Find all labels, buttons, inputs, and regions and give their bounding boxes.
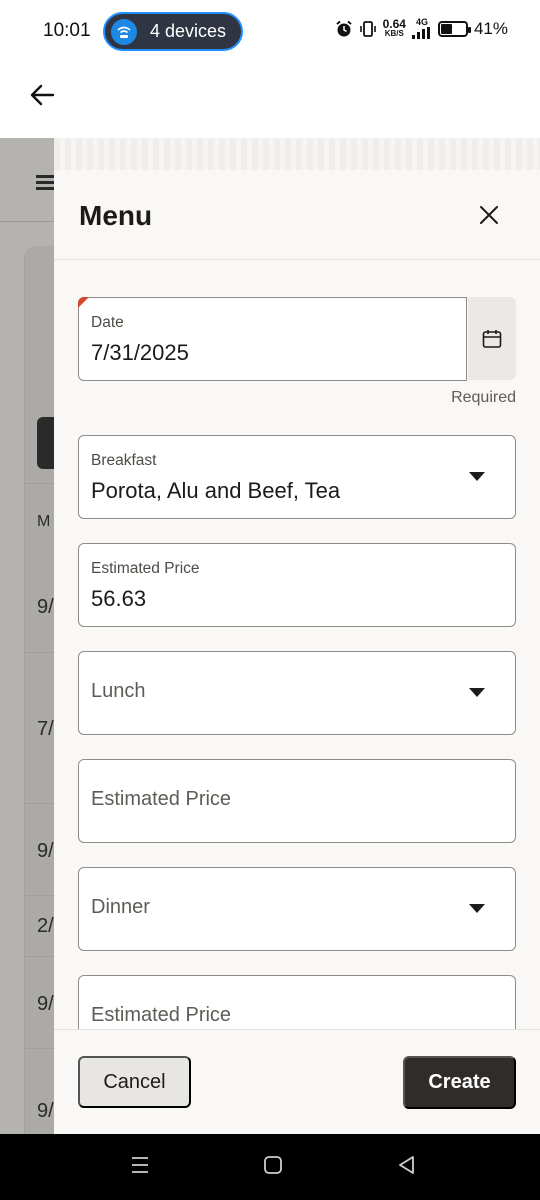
required-hint: Required <box>451 389 516 406</box>
breakfast-select[interactable]: Breakfast Porota, Alu and Beef, Tea <box>78 435 516 519</box>
background-row-value: 9/ <box>37 596 54 618</box>
back-icon[interactable] <box>395 1154 417 1176</box>
required-marker <box>78 297 89 308</box>
breakfast-price-label: Estimated Price <box>91 560 200 577</box>
status-time: 10:01 <box>43 20 91 41</box>
dropdown-arrow-icon <box>469 688 485 697</box>
battery-level: 41% <box>473 18 508 38</box>
drawer-header-texture <box>54 138 540 170</box>
create-button[interactable]: Create <box>403 1056 516 1109</box>
hamburger-icon[interactable] <box>36 173 54 191</box>
scroll-clip: Estimated Price <box>54 968 540 1029</box>
hotspot-label: 4 devices <box>150 21 227 41</box>
status-bar: 10:01 4 devices 0.64 KB/S 4G 41% <box>0 0 540 62</box>
background-column-header: M <box>37 513 51 530</box>
lunch-select[interactable]: Lunch <box>78 651 516 735</box>
calendar-icon <box>482 329 502 348</box>
lunch-price-field[interactable]: Estimated Price <box>78 759 516 843</box>
alarm-icon <box>335 20 352 36</box>
breakfast-price-field[interactable]: Estimated Price 56.63 <box>78 543 516 627</box>
background-row-value: 2/ <box>37 915 54 937</box>
dinner-select[interactable]: Dinner <box>78 867 516 951</box>
signal-group: 4G <box>411 17 432 39</box>
footer-divider <box>54 1029 540 1030</box>
dinner-price-field[interactable]: Estimated Price <box>78 975 516 1029</box>
dropdown-arrow-icon <box>469 904 485 913</box>
cancel-button[interactable]: Cancel <box>78 1056 191 1108</box>
date-label: Date <box>91 314 124 331</box>
lunch-placeholder: Lunch <box>91 680 146 702</box>
calendar-button[interactable] <box>468 297 516 380</box>
battery-icon <box>437 20 471 37</box>
date-value: 7/31/2025 <box>91 340 189 365</box>
breakfast-value: Porota, Alu and Beef, Tea <box>91 478 341 503</box>
background-divider <box>0 221 60 222</box>
date-field[interactable]: Date 7/31/2025 <box>78 297 467 381</box>
dropdown-arrow-icon <box>469 472 485 481</box>
net-speed: 0.64 KB/S <box>382 16 406 38</box>
recents-icon[interactable] <box>129 1154 151 1176</box>
drawer-title: Menu <box>79 200 153 231</box>
dinner-placeholder: Dinner <box>91 896 150 918</box>
menu-drawer: Menu Date 7/31/2025 Required Breakfast P… <box>54 138 540 1134</box>
vibrate-icon <box>359 20 376 37</box>
lunch-price-placeholder: Estimated Price <box>91 788 232 810</box>
app-header <box>0 62 540 138</box>
hotspot-icon <box>111 18 137 45</box>
system-nav-bar <box>0 1134 540 1200</box>
signal-icon <box>411 27 430 39</box>
home-icon[interactable] <box>262 1154 284 1176</box>
network-type: 4G <box>415 17 428 27</box>
back-arrow-icon[interactable] <box>27 80 57 110</box>
hotspot-indicator[interactable]: 4 devices <box>103 12 243 51</box>
close-icon[interactable] <box>474 200 504 230</box>
title-divider <box>54 259 540 260</box>
background-row-value: 9/ <box>37 1100 54 1122</box>
breakfast-price-value: 56.63 <box>91 586 147 611</box>
breakfast-label: Breakfast <box>91 452 157 469</box>
dinner-price-placeholder: Estimated Price <box>91 1004 232 1026</box>
background-row-value: 7/ <box>37 718 54 740</box>
background-row-value: 9/ <box>37 840 54 862</box>
status-icons: 0.64 KB/S 4G 41% <box>335 18 508 39</box>
background-row-value: 9/ <box>37 993 54 1015</box>
